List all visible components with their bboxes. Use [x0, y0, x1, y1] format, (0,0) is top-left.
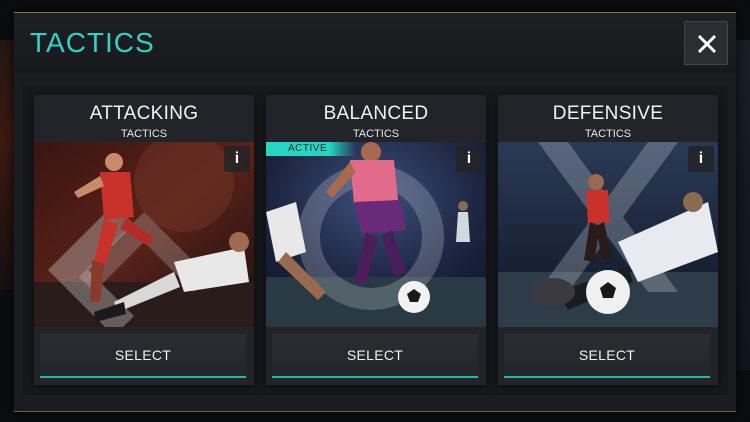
- card-subtitle: TACTICS: [584, 128, 632, 140]
- info-button[interactable]: i: [456, 146, 482, 172]
- tactic-card-balanced: BALANCED TACTICS ACTIVE i SELECT: [266, 95, 486, 385]
- select-button-balanced[interactable]: SELECT: [272, 334, 478, 378]
- card-subtitle: TACTICS: [352, 128, 400, 140]
- select-button-attacking[interactable]: SELECT: [40, 334, 246, 378]
- card-image-attacking: i: [34, 142, 254, 327]
- tactic-card-attacking: ATTACKING TACTICS i SELECT: [34, 95, 254, 385]
- cards-area: ATTACKING TACTICS i SELECT BALANCED TACT…: [22, 85, 728, 395]
- select-button-defensive[interactable]: SELECT: [504, 334, 710, 378]
- card-title: DEFENSIVE: [552, 103, 664, 124]
- card-subtitle: TACTICS: [120, 128, 168, 140]
- card-title: BALANCED: [323, 103, 429, 124]
- active-badge: ACTIVE: [266, 142, 356, 156]
- modal-header: TACTICS: [14, 13, 736, 73]
- close-button[interactable]: [684, 21, 728, 65]
- tactic-card-defensive: DEFENSIVE TACTICS i SELECT: [498, 95, 718, 385]
- modal-title: TACTICS: [30, 27, 155, 58]
- card-title: ATTACKING: [89, 103, 199, 124]
- info-button[interactable]: i: [688, 146, 714, 172]
- info-button[interactable]: i: [224, 146, 250, 172]
- card-image-balanced: ACTIVE i: [266, 142, 486, 327]
- tactics-modal: TACTICS ATTACKING TACTICS i SELECT BALAN…: [14, 12, 736, 412]
- card-image-defensive: i: [498, 142, 718, 327]
- close-icon: [697, 34, 717, 54]
